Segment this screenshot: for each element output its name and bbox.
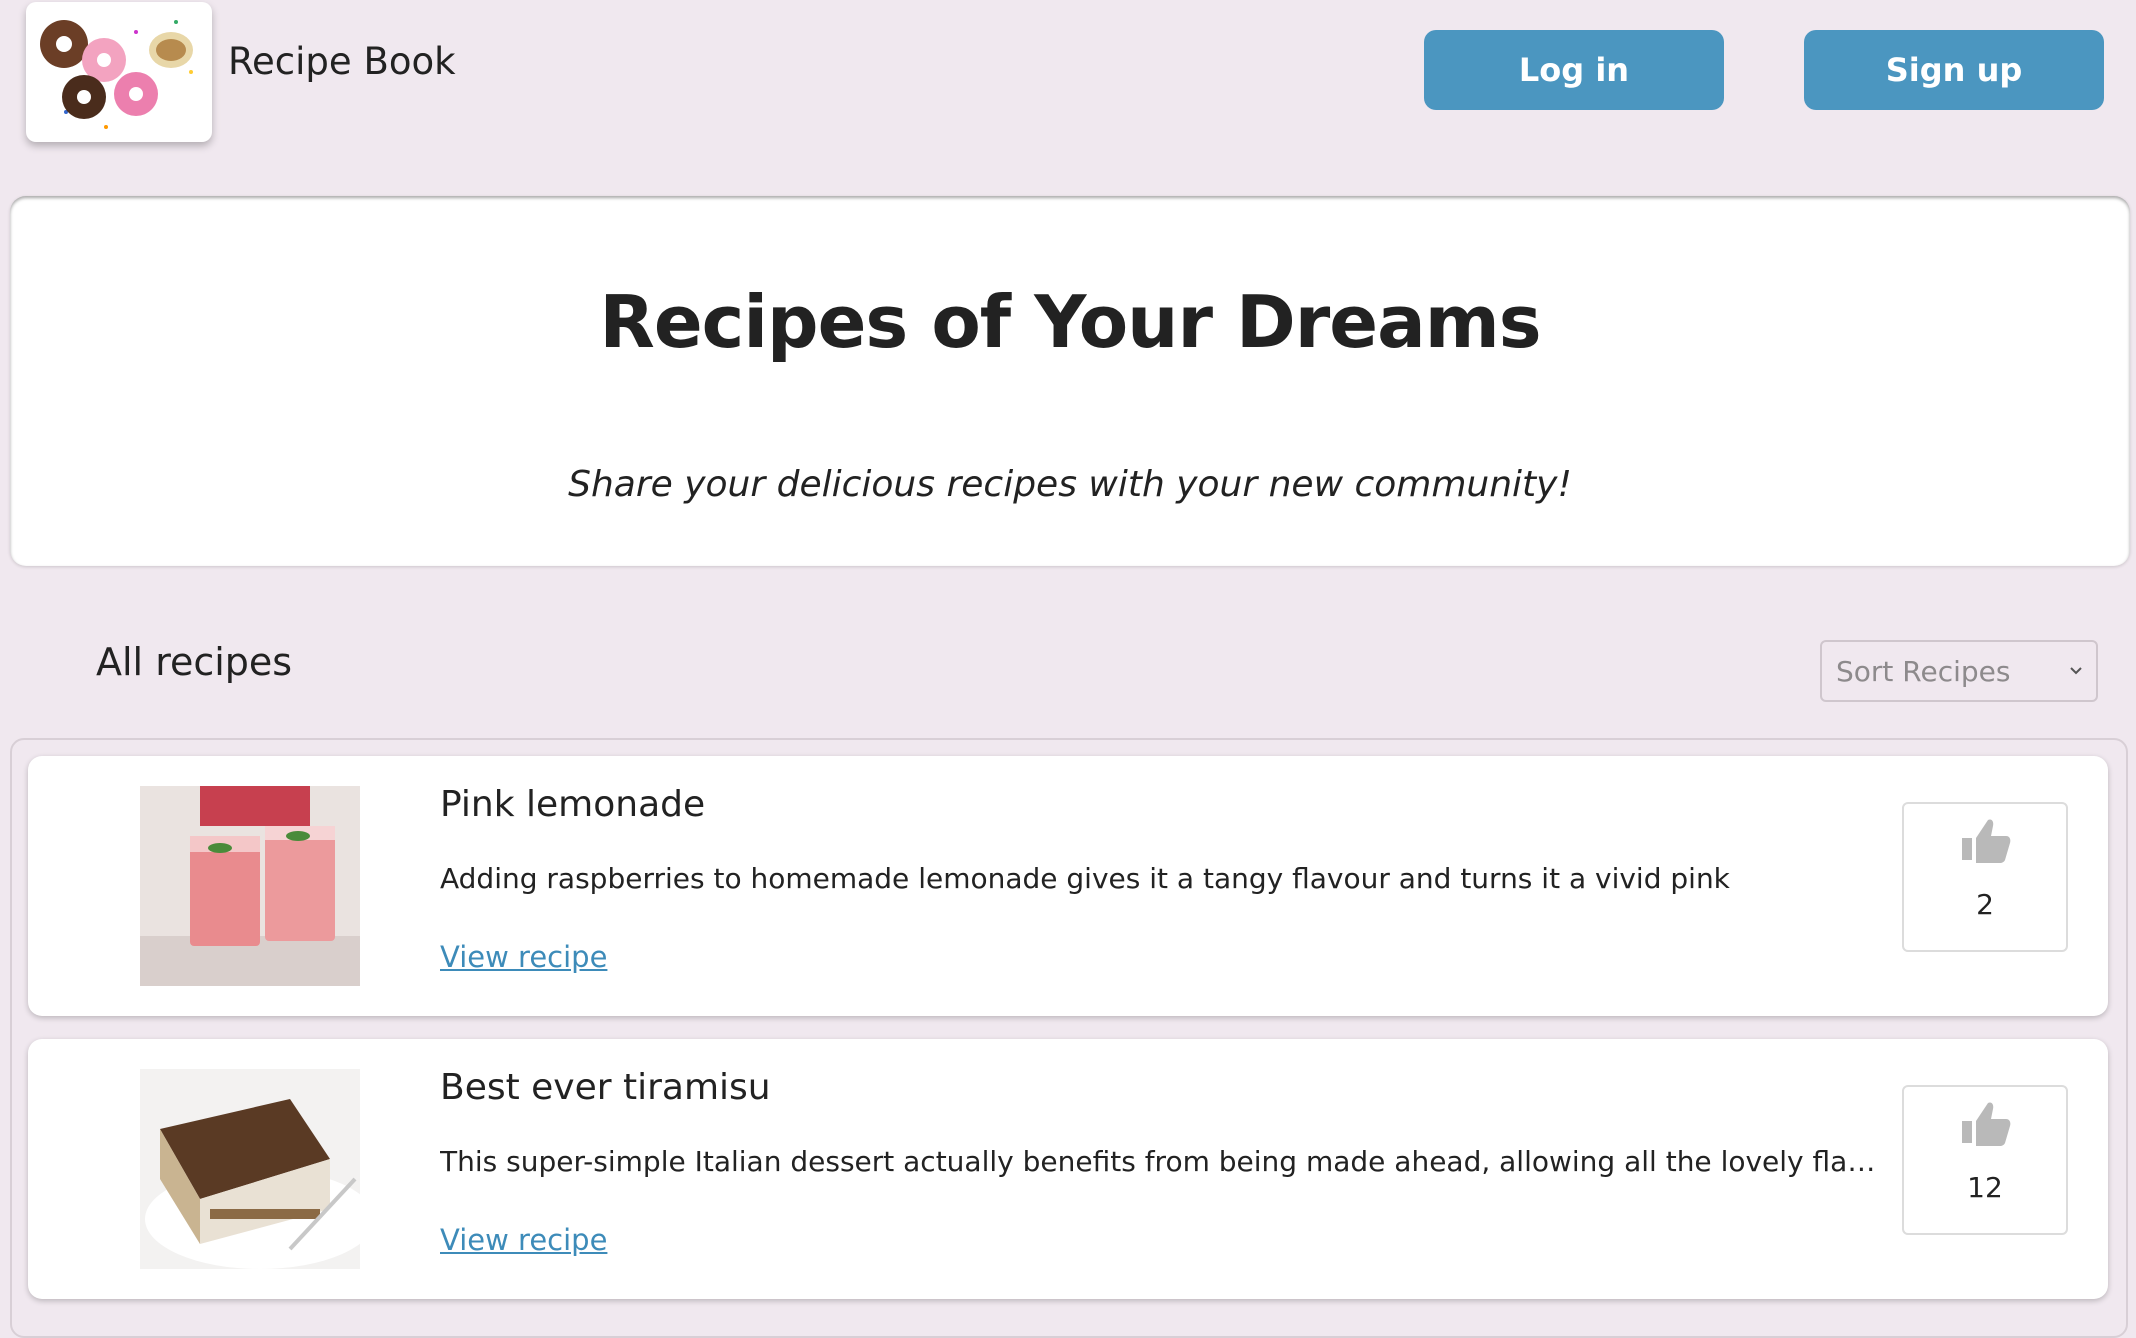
donuts-logo-icon [40,20,193,129]
thumbs-up-icon [1962,819,2011,863]
like-count: 12 [1967,1171,2003,1204]
section-title: All recipes [96,640,293,684]
signup-button[interactable]: Sign up [1804,30,2104,110]
recipe-image[interactable] [140,786,360,986]
recipe-title: Best ever tiramisu [440,1067,771,1108]
recipe-description: Adding raspberries to homemade lemonade … [440,862,1730,895]
login-button[interactable]: Log in [1424,30,1724,110]
pink-lemonade-image [140,786,360,986]
like-count: 2 [1976,888,1994,921]
sort-recipes-select[interactable]: Sort Recipes [1820,640,2098,702]
hero-title: Recipes of Your Dreams [599,280,1541,364]
recipe-card: Pink lemonade Adding raspberries to home… [28,756,2108,1016]
thumbs-up-icon [1962,1102,2011,1146]
recipe-title: Pink lemonade [440,784,706,825]
recipe-card: Best ever tiramisu This super-simple Ita… [28,1039,2108,1299]
sort-select-label: Sort Recipes [1836,654,2011,688]
brand-name[interactable]: Recipe Book [228,40,456,83]
view-recipe-link[interactable]: View recipe [440,1223,607,1257]
chevron-down-icon [2070,667,2082,675]
like-button[interactable]: 12 [1902,1085,2068,1235]
hero-banner: Recipes of Your Dreams Share your delici… [10,196,2130,566]
view-recipe-link[interactable]: View recipe [440,940,607,974]
recipe-description: This super-simple Italian dessert actual… [440,1145,1880,1178]
recipe-image[interactable] [140,1069,360,1269]
like-button[interactable]: 2 [1902,802,2068,952]
hero-subtitle: Share your delicious recipes with your n… [568,464,1572,505]
logo[interactable] [26,2,212,142]
tiramisu-image [140,1069,360,1269]
